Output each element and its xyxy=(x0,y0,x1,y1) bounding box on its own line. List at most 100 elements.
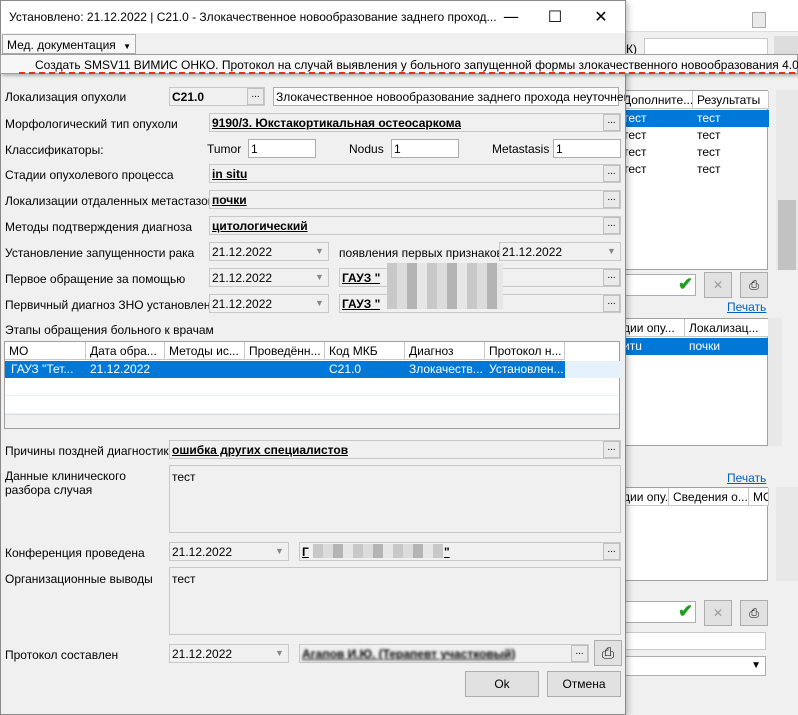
stages-label: Стадии опухолевого процесса xyxy=(5,168,174,182)
check-icon[interactable]: ✔ xyxy=(678,274,693,295)
chevron-down-icon[interactable]: ▼ xyxy=(311,243,328,260)
protocol-date-field[interactable]: 21.12.2022 ▼ xyxy=(169,644,289,663)
methods-field[interactable]: цитологический ... xyxy=(209,216,621,235)
table-header-conducted[interactable]: Проведённ... xyxy=(245,342,325,360)
first-visit-date-field[interactable]: 21.12.2022 ▼ xyxy=(209,268,329,287)
late-reasons-ellipsis-button[interactable]: ... xyxy=(603,441,620,458)
conference-org-tail: " xyxy=(444,545,450,559)
table-header-date[interactable]: Дата обра... xyxy=(86,342,165,360)
clinical-textarea[interactable]: тест xyxy=(169,465,621,533)
clear-icon[interactable]: ✕ xyxy=(704,600,732,626)
stages-ellipsis-button[interactable]: ... xyxy=(603,165,620,182)
redacted-org-name xyxy=(387,263,503,309)
methods-ellipsis-button[interactable]: ... xyxy=(603,217,620,234)
chevron-down-icon[interactable]: ▼ xyxy=(751,660,761,671)
table-header-cell[interactable]: Сведения о... xyxy=(669,488,749,506)
title-bar: Установлено: 21.12.2022 | C21.0 - Злокач… xyxy=(1,1,625,33)
stages-table-label: Этапы обращения больного к врачам xyxy=(5,323,214,337)
nodus-field[interactable]: 1 xyxy=(391,139,459,158)
stages-field[interactable]: in situ ... xyxy=(209,164,621,183)
table-cell-date: 21.12.2022 xyxy=(90,362,151,376)
chevron-down-icon[interactable]: ▼ xyxy=(271,645,288,662)
stages-table[interactable]: МО Дата обра... Методы ис... Проведённ..… xyxy=(4,341,621,429)
scrollbar-track[interactable] xyxy=(776,487,798,581)
primary-diag-ellipsis-button[interactable]: ... xyxy=(603,295,620,312)
chevron-down-icon[interactable]: ▼ xyxy=(311,269,328,286)
protocol-date: 21.12.2022 xyxy=(172,647,233,661)
first-signs-date: 21.12.2022 xyxy=(502,245,563,259)
check-icon[interactable]: ✔ xyxy=(678,601,693,622)
minimize-icon[interactable]: — xyxy=(489,1,533,33)
table-header-methods[interactable]: Методы ис... xyxy=(165,342,245,360)
first-signs-date-field[interactable]: 21.12.2022 ▼ xyxy=(499,242,621,261)
table-header-cell[interactable]: Результаты xyxy=(693,91,769,109)
metastases-loc-field[interactable]: почки ... xyxy=(209,190,621,209)
chevron-down-icon[interactable]: ▼ xyxy=(311,295,328,312)
print-link[interactable]: Печать xyxy=(727,300,766,314)
printer-icon[interactable]: ⎙ xyxy=(594,640,622,666)
background-scroll-arrow[interactable] xyxy=(774,36,798,56)
table-header-cell[interactable]: МО xyxy=(749,488,769,506)
table-header-mkb[interactable]: Код МКБ xyxy=(325,342,405,360)
localization-ellipsis-button[interactable]: ... xyxy=(247,88,264,105)
protocol-dialog: Установлено: 21.12.2022 | C21.0 - Злокач… xyxy=(0,0,626,715)
conclusions-label: Организационные выводы xyxy=(5,572,153,586)
table-header-cell[interactable]: Дополните... xyxy=(619,91,693,109)
conclusions-textarea[interactable]: тест xyxy=(169,567,621,635)
table-header-cell[interactable]: Локализац... xyxy=(685,319,769,337)
localization-code-field[interactable]: C21.0 ... xyxy=(169,87,265,106)
conference-label: Конференция проведена xyxy=(5,546,145,560)
metastases-ellipsis-button[interactable]: ... xyxy=(603,191,620,208)
conference-date-field[interactable]: 21.12.2022 ▼ xyxy=(169,542,289,561)
background-ellipsis-button[interactable] xyxy=(752,12,766,28)
conference-ellipsis-button[interactable]: ... xyxy=(603,543,620,560)
print-link[interactable]: Печать xyxy=(727,471,766,485)
background-select[interactable]: ▼ xyxy=(620,656,766,676)
scrollbar-track[interactable] xyxy=(768,318,782,446)
background-table-results[interactable]: Дополните... Результаты тест тест тест т… xyxy=(618,90,769,270)
med-docs-menu[interactable]: Мед. документация ▼ xyxy=(2,34,137,54)
metastasis-field[interactable]: 1 xyxy=(553,139,621,158)
morph-value: 9190/3. Юкстакортикальная остеосаркома xyxy=(212,116,462,130)
primary-diag-date-field[interactable]: 21.12.2022 ▼ xyxy=(209,294,329,313)
clear-icon[interactable]: ✕ xyxy=(704,272,732,298)
primary-diag-label: Первичный диагноз ЗНО установлен xyxy=(5,298,211,312)
chevron-down-icon[interactable]: ▼ xyxy=(603,243,620,260)
background-table-metastases[interactable]: дии опу... Локализац... итu почки xyxy=(618,318,769,446)
scrollbar-track[interactable] xyxy=(776,90,798,270)
morph-field[interactable]: 9190/3. Юкстакортикальная остеосаркома .… xyxy=(209,113,621,132)
metastases-loc-label: Локализации отдаленных метастазов xyxy=(5,194,215,208)
background-window: К) Дополните... Результаты тест тест тес… xyxy=(618,0,798,715)
table-header-cell[interactable]: дии опу... xyxy=(619,488,669,506)
table-header-cell[interactable]: дии опу... xyxy=(619,319,685,337)
localization-text-field[interactable]: Злокачественное новообразование заднего … xyxy=(273,87,625,106)
protocol-label: Протокол составлен xyxy=(5,648,119,662)
protocol-author-field[interactable]: Агапов И.Ю. (Терапевт участковый) ... xyxy=(299,644,589,663)
table-cell: тест xyxy=(697,145,721,159)
tumor-field[interactable]: 1 xyxy=(248,139,316,158)
neglect-date-field[interactable]: 21.12.2022 ▼ xyxy=(209,242,329,261)
create-protocol-menu-item[interactable]: Создать SMSV11 ВИМИС ОНКО. Протокол на с… xyxy=(35,58,798,72)
table-header-mo[interactable]: МО xyxy=(5,342,86,360)
chevron-down-icon[interactable]: ▼ xyxy=(271,543,288,560)
background-field[interactable] xyxy=(620,632,766,650)
first-visit-ellipsis-button[interactable]: ... xyxy=(603,269,620,286)
printer-icon[interactable]: ⎙ xyxy=(740,600,768,626)
protocol-ellipsis-button[interactable]: ... xyxy=(571,645,588,662)
metastases-loc-value: почки xyxy=(212,193,247,207)
conclusions-value: тест xyxy=(172,572,196,586)
cancel-button[interactable]: Отмена xyxy=(547,671,621,697)
maximize-icon[interactable]: ☐ xyxy=(533,1,577,33)
table-header-protocol[interactable]: Протокол н... xyxy=(485,342,565,360)
redacted-org-name xyxy=(313,544,443,558)
scrollbar-thumb[interactable] xyxy=(778,200,796,270)
ok-button[interactable]: Ok xyxy=(465,671,539,697)
printer-icon[interactable]: ⎙ xyxy=(740,272,768,298)
localization-code: C21.0 xyxy=(172,90,205,104)
close-icon[interactable]: ✕ xyxy=(579,1,623,33)
background-table-info[interactable]: дии опу... Сведения о... МО xyxy=(618,487,769,581)
horizontal-scrollbar[interactable] xyxy=(5,414,619,428)
late-reasons-field[interactable]: ошибка других специалистов ... xyxy=(169,440,621,459)
table-header-diagnosis[interactable]: Диагноз xyxy=(405,342,485,360)
morph-ellipsis-button[interactable]: ... xyxy=(603,114,620,131)
